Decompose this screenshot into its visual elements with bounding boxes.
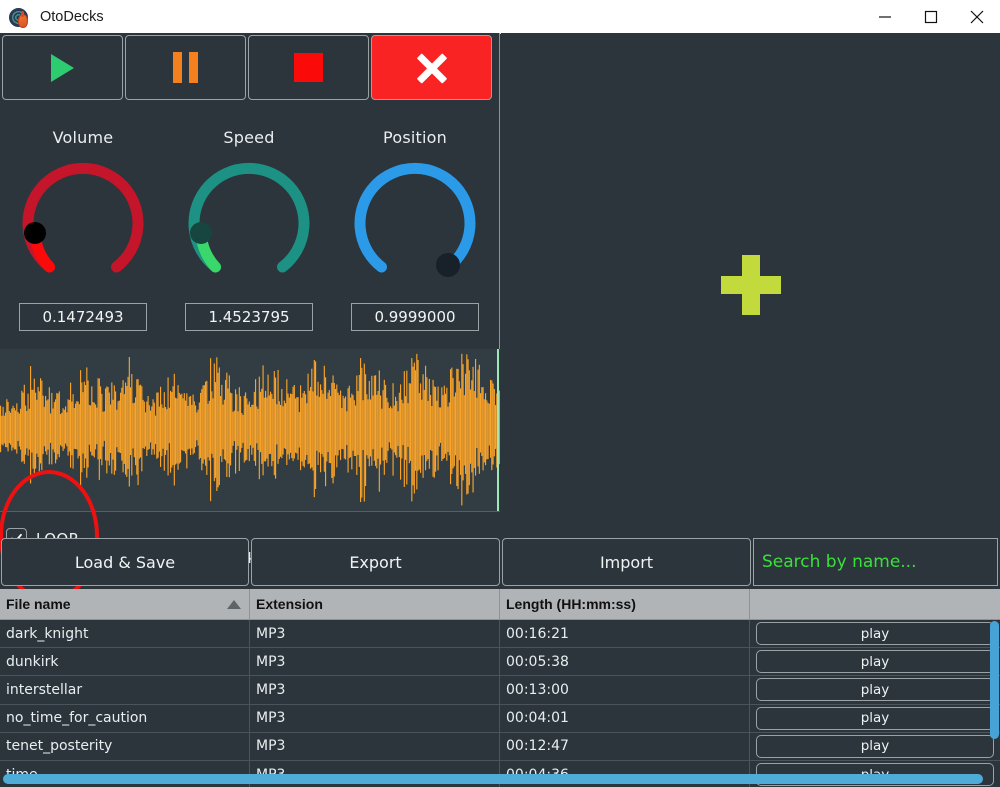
cell-length: 00:13:00 bbox=[500, 676, 750, 704]
table-horizontal-scrollbar[interactable] bbox=[0, 774, 1000, 784]
cell-length: 00:04:01 bbox=[500, 704, 750, 732]
column-header-file-name[interactable]: File name bbox=[0, 589, 250, 619]
volume-label: Volume bbox=[52, 128, 114, 147]
deck-panel: Volume 0.1472493 Speed 1.4523795 Positio… bbox=[0, 33, 500, 602]
cell-length: 00:05:38 bbox=[500, 648, 750, 676]
column-header-extension[interactable]: Extension bbox=[250, 589, 500, 619]
cell-actions: play bbox=[750, 620, 1000, 647]
table-row[interactable]: dark_knight MP3 00:16:21 play bbox=[0, 620, 1000, 649]
position-knob[interactable] bbox=[348, 157, 482, 291]
pause-icon bbox=[173, 52, 198, 83]
sort-ascending-icon bbox=[227, 599, 241, 609]
cell-length: 00:16:21 bbox=[500, 620, 750, 648]
title-bar: OtoDecks bbox=[0, 0, 1000, 34]
unload-button[interactable] bbox=[371, 35, 492, 100]
waveform-display[interactable] bbox=[0, 349, 500, 511]
column-header-actions[interactable] bbox=[750, 589, 1000, 619]
play-icon bbox=[51, 53, 74, 82]
speed-label: Speed bbox=[223, 128, 275, 147]
play-row-button[interactable]: play bbox=[756, 706, 994, 730]
cell-file-name: interstellar bbox=[0, 676, 250, 704]
cell-extension: MP3 bbox=[250, 732, 500, 760]
window-title: OtoDecks bbox=[40, 8, 104, 25]
knob-row: Volume 0.1472493 Speed 1.4523795 Positio… bbox=[0, 128, 499, 331]
deck-drop-panel[interactable] bbox=[501, 33, 1000, 536]
cell-file-name: tenet_posterity bbox=[0, 732, 250, 760]
play-row-button[interactable]: play bbox=[756, 650, 994, 674]
stop-icon bbox=[294, 53, 323, 82]
cell-file-name: dunkirk bbox=[0, 648, 250, 676]
volume-value[interactable]: 0.1472493 bbox=[19, 303, 147, 331]
cell-file-name: dark_knight bbox=[0, 620, 250, 648]
play-row-button[interactable]: play bbox=[756, 622, 994, 646]
action-bar: Load & Save Export Import Search by name… bbox=[0, 537, 1000, 587]
volume-knob[interactable] bbox=[16, 157, 150, 291]
library-table: File name Extension Length (HH:mm:ss) da… bbox=[0, 589, 1000, 787]
load-save-button[interactable]: Load & Save bbox=[1, 538, 249, 586]
vertical-scroll-thumb[interactable] bbox=[990, 621, 999, 739]
cell-length: 00:12:47 bbox=[500, 732, 750, 760]
waveform-playhead bbox=[497, 349, 499, 511]
cell-extension: MP3 bbox=[250, 620, 500, 648]
table-row[interactable]: tenet_posterity MP3 00:12:47 play bbox=[0, 732, 1000, 761]
speed-knob-group: Speed 1.4523795 bbox=[166, 128, 332, 331]
vinyl-record-icon bbox=[9, 6, 31, 28]
table-vertical-scrollbar[interactable] bbox=[990, 591, 999, 787]
play-row-button[interactable]: play bbox=[756, 678, 994, 702]
play-row-button[interactable]: play bbox=[756, 734, 994, 758]
close-x-icon bbox=[415, 51, 449, 85]
transport-controls bbox=[0, 33, 499, 100]
speed-knob[interactable] bbox=[182, 157, 316, 291]
position-value[interactable]: 0.9999000 bbox=[351, 303, 479, 331]
horizontal-scroll-thumb[interactable] bbox=[3, 774, 983, 784]
otodecks-window: OtoDecks Volume 0.1472493 Speed 1.452379… bbox=[0, 0, 1000, 787]
plus-icon bbox=[720, 254, 781, 315]
position-label: Position bbox=[383, 128, 447, 147]
import-button[interactable]: Import bbox=[502, 538, 751, 586]
table-row[interactable]: no_time_for_caution MP3 00:04:01 play bbox=[0, 704, 1000, 733]
table-header-row: File name Extension Length (HH:mm:ss) bbox=[0, 589, 1000, 620]
cell-extension: MP3 bbox=[250, 648, 500, 676]
table-row[interactable]: dunkirk MP3 00:05:38 play bbox=[0, 648, 1000, 677]
stop-button[interactable] bbox=[248, 35, 369, 100]
column-header-length[interactable]: Length (HH:mm:ss) bbox=[500, 589, 750, 619]
export-button[interactable]: Export bbox=[251, 538, 500, 586]
cell-actions: play bbox=[750, 705, 1000, 732]
window-controls bbox=[862, 0, 1000, 33]
close-icon[interactable] bbox=[954, 0, 1000, 33]
cell-actions: play bbox=[750, 648, 1000, 675]
search-input[interactable]: Search by name... bbox=[753, 538, 998, 586]
pause-button[interactable] bbox=[125, 35, 246, 100]
column-header-file-name-label: File name bbox=[6, 596, 71, 612]
maximize-icon[interactable] bbox=[908, 0, 954, 33]
cell-actions: play bbox=[750, 733, 1000, 760]
position-knob-group: Position 0.9999000 bbox=[332, 128, 498, 331]
cell-extension: MP3 bbox=[250, 676, 500, 704]
cell-extension: MP3 bbox=[250, 704, 500, 732]
volume-knob-group: Volume 0.1472493 bbox=[0, 128, 166, 331]
cell-actions: play bbox=[750, 676, 1000, 703]
table-row[interactable]: interstellar MP3 00:13:00 play bbox=[0, 676, 1000, 705]
table-body: dark_knight MP3 00:16:21 play dunkirk MP3 00:0… bbox=[0, 620, 1000, 787]
minimize-icon[interactable] bbox=[862, 0, 908, 33]
cell-file-name: no_time_for_caution bbox=[0, 704, 250, 732]
speed-value[interactable]: 1.4523795 bbox=[185, 303, 313, 331]
play-button[interactable] bbox=[2, 35, 123, 100]
